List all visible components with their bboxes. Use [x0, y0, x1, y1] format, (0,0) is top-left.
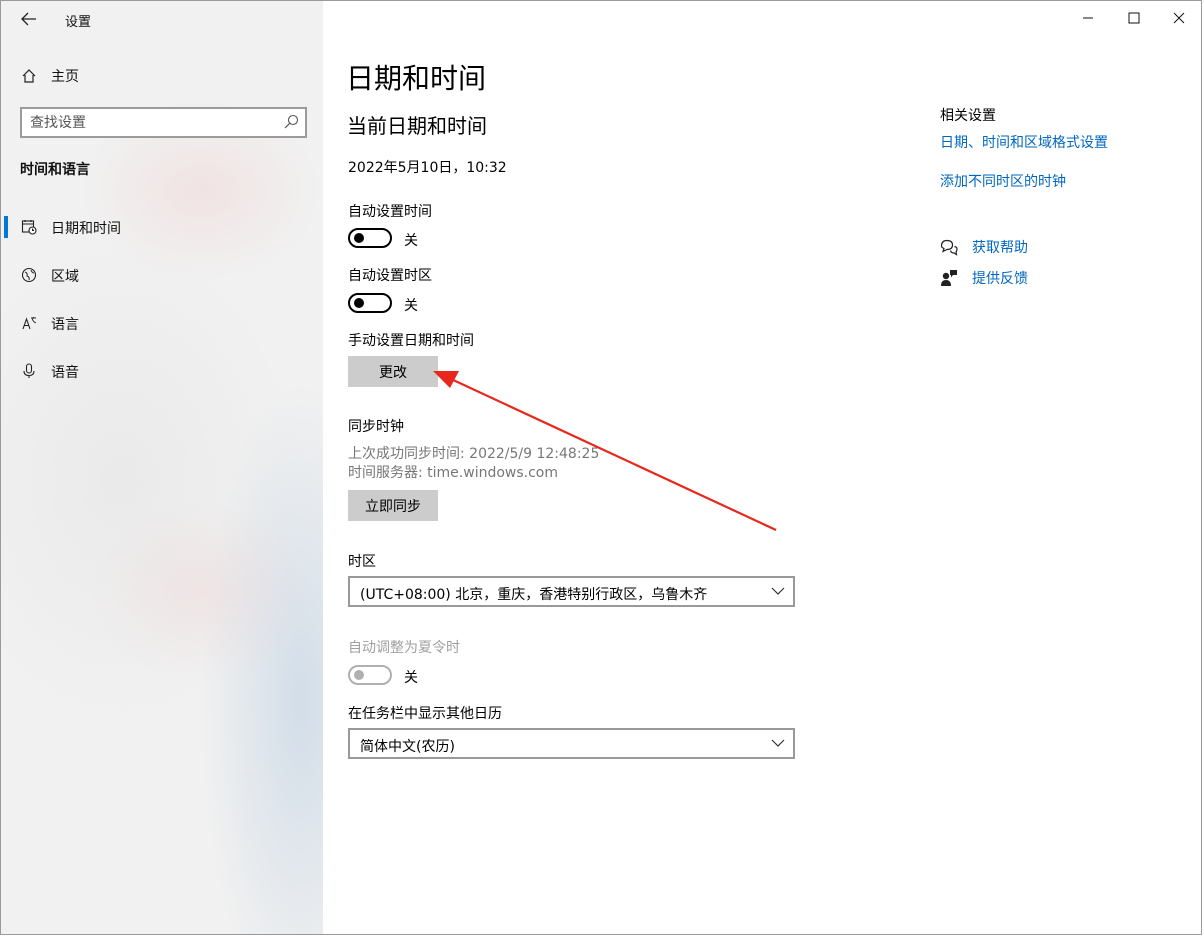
sidebar-item-region[interactable]: 区域	[1, 257, 323, 293]
region-format-link[interactable]: 日期、时间和区域格式设置	[940, 132, 1108, 152]
sidebar-item-home[interactable]: 主页	[19, 64, 79, 88]
auto-timezone-label: 自动设置时区	[348, 268, 432, 284]
maximize-icon	[1128, 12, 1140, 24]
search-input[interactable]	[30, 109, 270, 136]
calendar-dropdown[interactable]: 简体中文(农历)	[348, 728, 795, 759]
sidebar-item-date-time[interactable]: 日期和时间	[1, 209, 323, 245]
dst-toggle[interactable]	[348, 665, 392, 685]
sidebar-item-language[interactable]: 语言	[1, 305, 323, 341]
chevron-down-icon	[771, 587, 785, 595]
time-server-text: 时间服务器: time.windows.com	[348, 465, 559, 481]
sidebar-item-label: 语言	[51, 317, 79, 333]
globe-icon	[20, 266, 38, 284]
chevron-down-icon	[771, 739, 785, 747]
help-chat-icon	[940, 238, 958, 256]
auto-time-state: 关	[404, 233, 418, 249]
minimize-button[interactable]	[1065, 1, 1111, 35]
dst-label: 自动调整为夏令时	[348, 640, 460, 656]
feedback-link[interactable]: 提供反馈	[940, 268, 1028, 288]
calendar-value: 简体中文(农历)	[360, 739, 455, 755]
feedback-icon	[940, 269, 958, 287]
current-datetime-value: 2022年5月10日，10:32	[348, 160, 507, 176]
calendar-label: 在任务栏中显示其他日历	[348, 706, 502, 722]
auto-time-label: 自动设置时间	[348, 204, 432, 220]
search-box[interactable]	[20, 107, 307, 138]
calendar-clock-icon	[20, 218, 38, 236]
sidebar-item-speech[interactable]: 语音	[1, 353, 323, 389]
page-title: 日期和时间	[346, 62, 487, 95]
manual-set-label: 手动设置日期和时间	[348, 333, 474, 349]
toggle-knob	[354, 233, 364, 243]
auto-time-toggle[interactable]	[348, 228, 392, 248]
back-button[interactable]	[15, 7, 43, 31]
last-sync-text: 上次成功同步时间: 2022/5/9 12:48:25	[348, 446, 600, 462]
language-icon	[20, 314, 38, 332]
minimize-icon	[1083, 17, 1093, 19]
toggle-knob	[354, 670, 364, 680]
add-clocks-link[interactable]: 添加不同时区的时钟	[940, 171, 1066, 191]
home-icon	[19, 66, 39, 86]
sidebar-item-label: 区域	[51, 269, 79, 285]
sidebar: 设置 主页 时间和语言	[1, 1, 323, 934]
related-settings-title: 相关设置	[940, 108, 996, 124]
get-help-link[interactable]: 获取帮助	[940, 237, 1028, 257]
section-label: 时间和语言	[20, 162, 90, 178]
microphone-icon	[20, 362, 38, 380]
back-arrow-icon	[21, 12, 36, 26]
current-datetime-heading: 当前日期和时间	[347, 114, 487, 138]
auto-timezone-state: 关	[404, 298, 418, 314]
sync-heading: 同步时钟	[348, 419, 404, 435]
search-icon	[284, 114, 299, 129]
settings-window: 设置 主页 时间和语言	[0, 0, 1202, 935]
sidebar-item-label: 日期和时间	[51, 221, 121, 237]
toggle-knob	[354, 298, 364, 308]
close-button[interactable]	[1156, 1, 1201, 35]
close-icon	[1173, 12, 1185, 24]
timezone-label: 时区	[348, 554, 376, 570]
timezone-dropdown[interactable]: (UTC+08:00) 北京，重庆，香港特别行政区，乌鲁木齐	[348, 576, 795, 607]
change-button[interactable]: 更改	[348, 356, 438, 387]
app-title: 设置	[65, 15, 92, 30]
feedback-label: 提供反馈	[972, 271, 1028, 287]
dst-state: 关	[404, 670, 418, 686]
sidebar-item-label: 语音	[51, 365, 79, 381]
active-indicator	[4, 216, 8, 238]
maximize-button[interactable]	[1111, 1, 1157, 35]
sync-now-button[interactable]: 立即同步	[348, 490, 438, 521]
auto-timezone-toggle[interactable]	[348, 293, 392, 313]
timezone-value: (UTC+08:00) 北京，重庆，香港特别行政区，乌鲁木齐	[360, 587, 708, 603]
home-label: 主页	[51, 69, 79, 85]
get-help-label: 获取帮助	[972, 240, 1028, 256]
